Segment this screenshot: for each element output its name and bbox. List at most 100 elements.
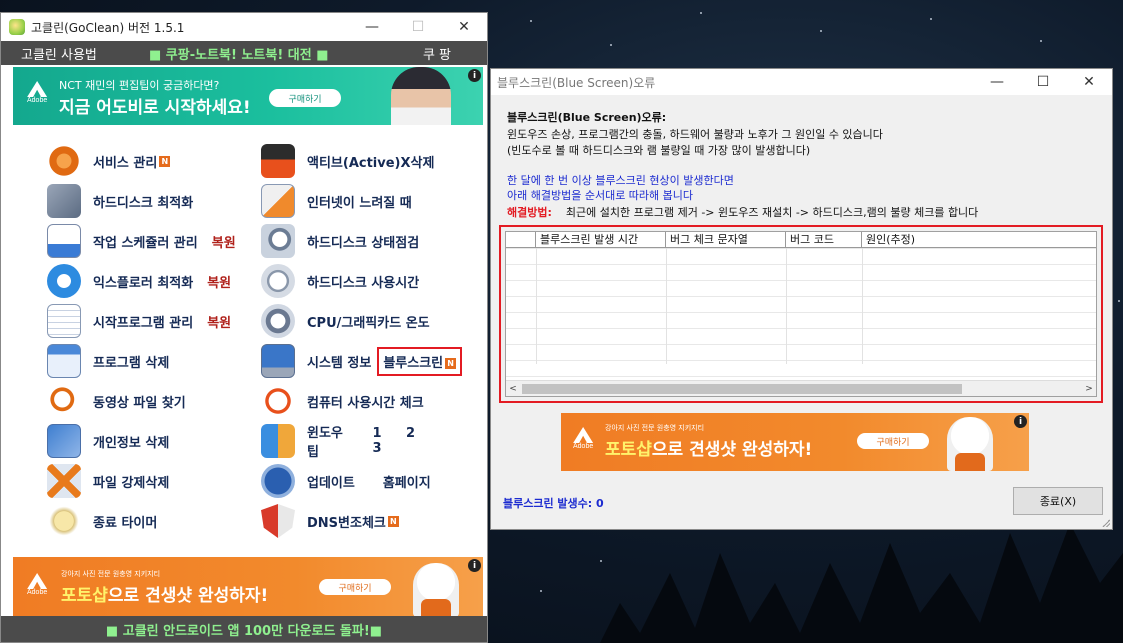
title-bar[interactable]: 고클린(GoClean) 버전 1.5.1 — ☐ ✕ [1, 13, 487, 41]
force-delete-item[interactable]: 파일 강제삭제 [47, 463, 169, 499]
adobe-banner-dialog[interactable]: Adobe 강아지 사진 전문 원충영 지키지티 포토샵으로 견생샷 완성하자!… [561, 413, 1029, 471]
disk-optimize-item[interactable]: 하드디스크 최적화 [47, 183, 193, 219]
bsod-frequency-text: (빈도수로 볼 때 하드디스크와 램 불량일 때 가장 많이 발생합니다) [507, 144, 811, 157]
coupang-link[interactable]: 쿠 팡 [423, 44, 451, 63]
program-uninstall-item[interactable]: 프로그램 삭제 [47, 343, 169, 379]
privacy-delete-item[interactable]: 개인정보 삭제 [47, 423, 169, 459]
bsod-cause-text: 윈도우즈 손상, 프로그램간의 충돌, 하드웨어 불량과 노후가 그 원인일 수… [507, 128, 883, 141]
minimize-button[interactable]: — [349, 13, 395, 41]
bsod-heading: 블루스크린(Blue Screen)오류: [507, 111, 667, 124]
bsod-list-table[interactable]: 블루스크린 발생 시간 버그 체크 문자열 버그 코드 원인(추정) < > [505, 231, 1097, 397]
bsod-advice-text-2: 아래 해결방법을 순서대로 따라해 봅니다 [507, 189, 694, 202]
tip-link-2[interactable]: 2 [406, 426, 415, 441]
table-header: 블루스크린 발생 시간 버그 체크 문자열 버그 코드 원인(추정) [506, 232, 1096, 248]
wrench-disk-icon [47, 184, 81, 218]
dns-check-item[interactable]: DNS변조체크 N [261, 503, 399, 539]
ad-buy-button[interactable]: 구매하기 [269, 89, 341, 107]
close-button[interactable]: ✕ [441, 13, 487, 41]
new-badge: N [159, 155, 171, 167]
task-scheduler-item[interactable]: 작업 스케쥴러 관리 복원 [47, 223, 236, 259]
uninstall-check-icon [47, 344, 81, 378]
android-app-promo-link[interactable]: ■ 고클린 안드로이드 앱 100만 다운로드 돌파!■ [1, 616, 487, 642]
ad-headline: 지금 어도비로 시작하세요! [59, 98, 251, 118]
shield-icon [261, 504, 295, 538]
adobe-logo: Adobe [27, 81, 47, 104]
startup-manage-item[interactable]: 시작프로그램 관리 복원 [47, 303, 231, 339]
scheduler-restore-link[interactable]: 복원 [212, 232, 236, 251]
adobe-banner-bottom[interactable]: Adobe 강아지 사진 전문 원충영 지키지티 포토샵으로 견생샷 완성하자!… [13, 557, 483, 617]
ad-buy-button[interactable]: 구매하기 [857, 433, 929, 449]
horizontal-scrollbar[interactable]: < > [506, 380, 1096, 396]
sleep-timer-icon [47, 504, 81, 538]
disk-clock-icon [261, 264, 295, 298]
system-info-item[interactable]: 시스템 정보 블루스크린 N [261, 343, 463, 379]
disk-check-icon [261, 224, 295, 258]
internet-explorer-icon [47, 264, 81, 298]
goclean-app-icon [9, 19, 25, 35]
scroll-left-icon[interactable]: < [506, 384, 520, 394]
ad-info-icon[interactable]: i [468, 69, 481, 82]
column-header-index[interactable] [506, 232, 536, 247]
exit-button[interactable]: 종료(X) [1013, 487, 1103, 515]
adobe-logo: Adobe [573, 427, 593, 450]
adobe-logo: Adobe [27, 573, 47, 596]
close-button[interactable]: ✕ [1066, 69, 1112, 95]
homepage-link[interactable]: 홈페이지 [383, 472, 431, 491]
shutdown-timer-item[interactable]: 종료 타이머 [47, 503, 157, 539]
windows-tip-icon [261, 424, 295, 458]
tip-links: 1 2 3 [372, 426, 467, 456]
minimize-button[interactable]: — [974, 69, 1020, 95]
disk-usage-time-item[interactable]: 하드디스크 사용시간 [261, 263, 419, 299]
dialog-title-bar[interactable]: 블루스크린(Blue Screen)오류 — ☐ ✕ [491, 69, 1112, 95]
service-manage-item[interactable]: 서비스 관리 N [47, 143, 171, 179]
magnifier-icon [47, 384, 81, 418]
coupang-promo-link[interactable]: ■ 쿠팡-노트북! 노트북! 대전 ■ [149, 44, 329, 63]
tip-link-1[interactable]: 1 [372, 426, 381, 441]
gear-icon [47, 144, 81, 178]
bsod-list-highlight: 블루스크린 발생 시간 버그 체크 문자열 버그 코드 원인(추정) < > [499, 225, 1103, 403]
menu-bar: 고클린 사용법 ■ 쿠팡-노트북! 노트북! 대전 ■ 쿠 팡 [1, 41, 487, 65]
column-header-cause[interactable]: 원인(추정) [862, 232, 1096, 247]
ad-subtitle: 강아지 사진 전문 원충영 지키지티 [605, 424, 705, 432]
cpu-gpu-temp-item[interactable]: CPU/그래픽카드 온도 [261, 303, 430, 339]
blue-screen-dialog: 블루스크린(Blue Screen)오류 — ☐ ✕ 블루스크린(Blue Sc… [490, 68, 1113, 530]
startup-restore-link[interactable]: 복원 [207, 312, 231, 331]
scroll-thumb[interactable] [522, 383, 962, 394]
ad-info-icon[interactable]: i [468, 559, 481, 572]
maximize-button: ☐ [411, 19, 425, 35]
column-header-time[interactable]: 블루스크린 발생 시간 [536, 232, 666, 247]
column-header-bugcheck[interactable]: 버그 체크 문자열 [666, 232, 786, 247]
pc-usage-time-item[interactable]: 컴퓨터 사용시간 체크 [261, 383, 424, 419]
window-title: 고클린(GoClean) 버전 1.5.1 [31, 20, 185, 35]
video-find-item[interactable]: 동영상 파일 찾기 [47, 383, 186, 419]
thermometer-icon [261, 304, 295, 338]
ad-subtitle: NCT 재민의 편집팁이 궁금하다면? [59, 79, 220, 92]
scroll-right-icon[interactable]: > [1082, 384, 1096, 394]
activex-icon [261, 144, 295, 178]
clock-icon [261, 384, 295, 418]
blue-screen-link[interactable]: 블루스크린 N [377, 346, 463, 376]
adobe-banner-top[interactable]: Adobe NCT 재민의 편집팁이 궁금하다면? 지금 어도비로 시작하세요!… [13, 67, 483, 125]
update-item[interactable]: 업데이트 홈페이지 [261, 463, 431, 499]
table-body [506, 248, 1096, 380]
ad-dog-image [413, 563, 459, 617]
ie-restore-link[interactable]: 복원 [207, 272, 231, 291]
ad-buy-button[interactable]: 구매하기 [319, 579, 391, 595]
ad-info-icon[interactable]: i [1014, 415, 1027, 428]
activex-delete-item[interactable]: 액티브(Active)X삭제 [261, 143, 434, 179]
column-header-bugcode[interactable]: 버그 코드 [786, 232, 862, 247]
maximize-button[interactable]: ☐ [1020, 69, 1066, 95]
ad-headline: 포토샵으로 견생샷 완성하자! [605, 440, 813, 460]
ad-model-image [391, 67, 451, 125]
bsod-count-label: 블루스크린 발생수: 0 [503, 497, 604, 510]
ie-optimize-item[interactable]: 익스플로러 최적화 복원 [47, 263, 231, 299]
tip-link-3[interactable]: 3 [372, 441, 381, 456]
usage-guide-link[interactable]: 고클린 사용법 [21, 44, 97, 63]
windows-tip-item: 윈도우 팁 1 2 3 [261, 423, 467, 460]
bsod-advice-text-1: 한 달에 한 번 이상 블루스크린 현상이 발생한다면 [507, 174, 734, 187]
new-badge: N [445, 357, 457, 369]
disk-health-item[interactable]: 하드디스크 상태점검 [261, 223, 419, 259]
document-list-icon [47, 304, 81, 338]
internet-slow-item[interactable]: 인터넷이 느려질 때 [261, 183, 412, 219]
resize-grip[interactable] [1100, 517, 1110, 527]
